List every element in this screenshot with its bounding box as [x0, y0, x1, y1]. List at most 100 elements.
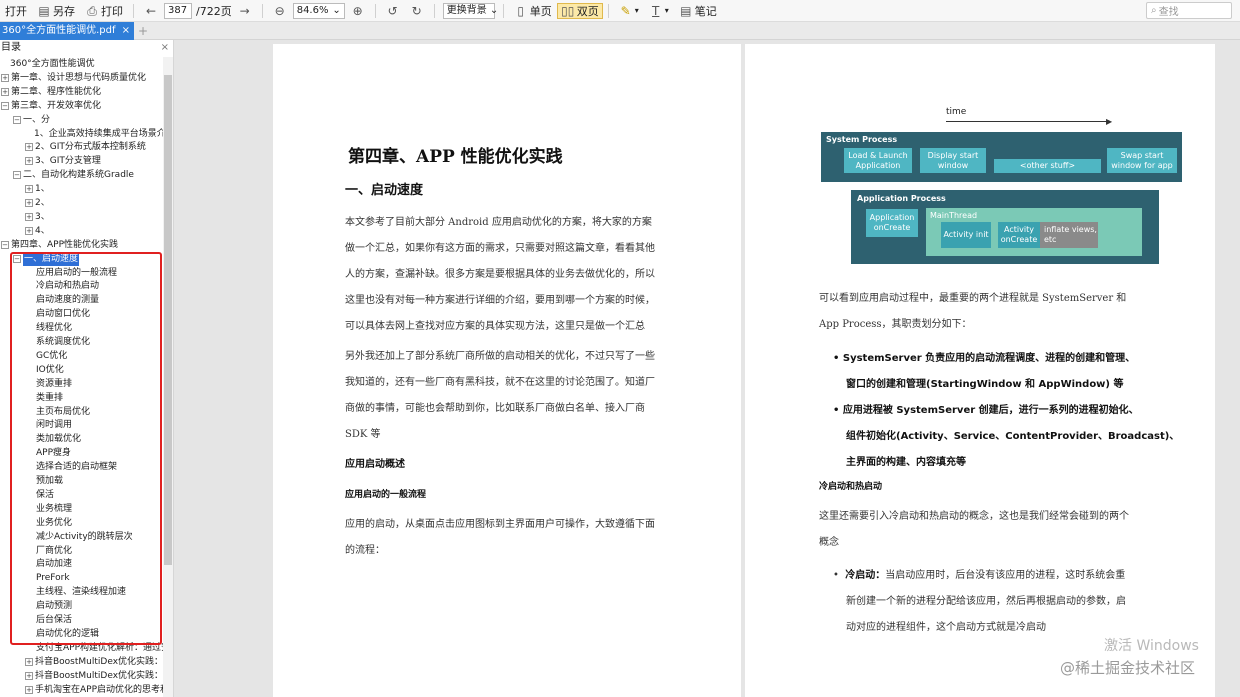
expand-icon[interactable]: +	[1, 87, 9, 96]
arrow-right-icon: ▶	[1106, 117, 1113, 126]
paragraph: 本文参考了目前大部分 Android 应用启动优化的方案，将大家的方案 做一个汇总…	[345, 210, 655, 340]
outline-item-label: 4、	[35, 225, 50, 236]
close-icon[interactable]: ×	[161, 40, 169, 55]
collapse-icon[interactable]: −	[1, 240, 9, 249]
expand-icon[interactable]: +	[25, 685, 33, 694]
notes-button[interactable]: ▤ 笔记	[674, 0, 722, 22]
text-line: App Process，其职责划分如下：	[819, 319, 972, 330]
collapse-icon[interactable]: −	[13, 115, 21, 124]
chevron-down-icon: ⌄	[489, 4, 499, 16]
text-line: 本文参考了目前大部分 Android 应用启动优化的方案，将大家的方案	[345, 217, 652, 228]
time-arrow	[946, 121, 1109, 122]
sidebar-scrollbar[interactable]	[163, 57, 173, 697]
divider	[433, 3, 435, 18]
collapse-icon[interactable]: −	[13, 171, 21, 180]
add-tab-icon[interactable]: +	[138, 22, 148, 40]
system-process-label: System Process	[826, 135, 898, 144]
outline-item-label: 二、自动化构建系统Gradle	[23, 170, 134, 181]
outline-item-label: 2、	[35, 198, 50, 208]
single-page-button[interactable]: ▯ 单页	[509, 0, 557, 22]
expand-icon[interactable]: +	[25, 199, 33, 207]
background-label: 更换背景	[446, 4, 487, 16]
arrow-right-icon: →	[239, 3, 250, 18]
text-line: 应用的启动，从桌面点击应用图标到主界面用户可操作，大致遵循下面	[345, 519, 655, 530]
text-line: 新创建一个新的进程分配给该应用，然后再根据启动的参数，启	[846, 596, 1126, 607]
document-scrollbar[interactable]	[1220, 44, 1240, 697]
activity-init-box: Activity init	[941, 222, 991, 248]
load-launch-box: Load & Launch Application	[844, 148, 912, 173]
document-page-right: time ▶ System Process Load & Launch Appl…	[745, 44, 1215, 697]
document-tab[interactable]: 360°全方面性能调优.pdf ×	[0, 22, 134, 40]
print-button[interactable]: ⎙ 打印	[80, 0, 128, 22]
save-icon: ▤	[38, 3, 50, 18]
double-page-button[interactable]: ▯▯ 双页	[556, 2, 603, 19]
outline-item-label: 第一章、设计思想与代码质量优化	[11, 72, 147, 83]
text-line: 可以看到应用启动过程中，最重要的两个进程就是 SystemServer 和	[819, 293, 1127, 304]
time-label: time	[946, 107, 967, 117]
text-line: 这里还需要引入冷启动和热启动的概念，这也是我们经常会碰到的两个	[819, 511, 1129, 522]
activity-oncreate-box: Activity onCreate	[998, 222, 1040, 248]
rotate-left-icon: ↺	[387, 3, 398, 18]
text-line: 这里也没有对每一种方案进行详细的介绍，要用到哪一个方案的时候，	[345, 295, 655, 306]
expand-icon[interactable]: +	[25, 212, 33, 221]
other-stuff-box: <other stuff>	[994, 159, 1101, 173]
paragraph: 新创建一个新的进程分配给该应用，然后再根据启动的参数，启 动对应的进程组件，这个启…	[846, 589, 1126, 641]
text-line: 人的方案，查漏补缺。很多方案是要根据具体的业务去做优化的，所以	[345, 269, 655, 280]
startup-diagram: time ▶ System Process Load & Launch Appl…	[820, 104, 1182, 266]
document-page-left: 第四章、APP 性能优化实践 一、启动速度 本文参考了目前大部分 Android…	[273, 44, 741, 697]
zoom-value: 84.6%	[296, 4, 329, 16]
print-label: 打印	[101, 4, 123, 18]
community-watermark: @稀土掘金技术社区	[1060, 659, 1196, 677]
saveas-button[interactable]: ▤ 另存	[32, 0, 80, 22]
outline-sidebar: 目录 × 360°全方面性能调优 + 第一章、设计思想与代码质量优化 + 第二章、程序性能…	[0, 40, 174, 697]
bullet-line: 主界面的构建、内容填充等	[846, 457, 966, 468]
outline-item-label: 3、	[35, 211, 50, 222]
text-line: SDK 等	[345, 429, 381, 440]
text-line: 我知道的，还有一些厂商有黑科技，就不在这里的讨论范围了。知道厂	[345, 377, 655, 388]
expand-icon[interactable]: +	[1, 73, 9, 82]
single-label: 单页	[529, 4, 552, 18]
text-line: 另外我还加上了部分系统厂商所做的启动相关的优化，不过只写了一些	[345, 351, 655, 362]
expand-icon[interactable]: +	[25, 226, 33, 235]
close-icon[interactable]: ×	[122, 22, 130, 40]
text-line: 概念	[819, 537, 839, 548]
outline-item-label: 第三章、开发效率优化	[11, 100, 102, 111]
highlight-button[interactable]: ✎ ▾	[614, 0, 644, 22]
zoom-out-button[interactable]: ⊖	[268, 0, 292, 22]
zoom-out-icon: ⊖	[274, 3, 285, 18]
zoom-select[interactable]: 84.6% ⌄	[292, 2, 345, 19]
expand-icon[interactable]: +	[25, 671, 33, 680]
open-label: 打开	[5, 4, 27, 18]
expand-icon[interactable]: +	[25, 143, 33, 152]
text-line: 的流程：	[345, 545, 385, 556]
tab-title: 360°全方面性能调优.pdf	[2, 25, 116, 36]
note-icon: ▤	[680, 3, 692, 18]
chapter-title: 第四章、APP 性能优化实践	[348, 147, 563, 167]
expand-icon[interactable]: +	[25, 657, 33, 666]
scroll-thumb[interactable]	[164, 75, 172, 565]
single-page-icon: ▯	[517, 3, 524, 18]
zoom-in-button[interactable]: ⊕	[346, 0, 370, 22]
outline-item-label: 1、企业高效持续集成平台场景介绍	[34, 128, 163, 139]
paragraph: 可以看到应用启动过程中，最重要的两个进程就是 SystemServer 和 App…	[819, 286, 1126, 338]
open-button[interactable]: 打开	[0, 0, 32, 22]
next-page-button[interactable]: →	[233, 0, 257, 22]
background-select[interactable]: 更换背景 ⌄	[442, 2, 499, 19]
page-number-input[interactable]: 387	[164, 2, 192, 19]
zoom-in-icon: ⊕	[352, 3, 363, 18]
prev-page-button[interactable]: ←	[139, 0, 163, 22]
search-icon: ⌕	[1151, 5, 1157, 16]
rotate-left-button[interactable]: ↺	[381, 0, 405, 22]
search-input[interactable]: ⌕ 查找	[1146, 2, 1232, 19]
text-button[interactable]: T ▾	[644, 0, 674, 22]
expand-icon[interactable]: +	[25, 185, 33, 194]
double-label: 双页	[576, 4, 599, 18]
saveas-label: 另存	[53, 4, 75, 18]
expand-icon[interactable]: +	[25, 157, 33, 166]
inflate-box: inflate views, etc	[1040, 222, 1098, 248]
rotate-right-button[interactable]: ↻	[405, 0, 429, 22]
outline-item-label: 2、GIT分布式版本控制系统	[35, 142, 146, 153]
cold-text: 当启动应用时，后台没有该应用的进程，这时系统会重	[885, 570, 1126, 581]
collapse-icon[interactable]: −	[1, 101, 9, 110]
main-thread-label: MainThread	[930, 211, 978, 220]
